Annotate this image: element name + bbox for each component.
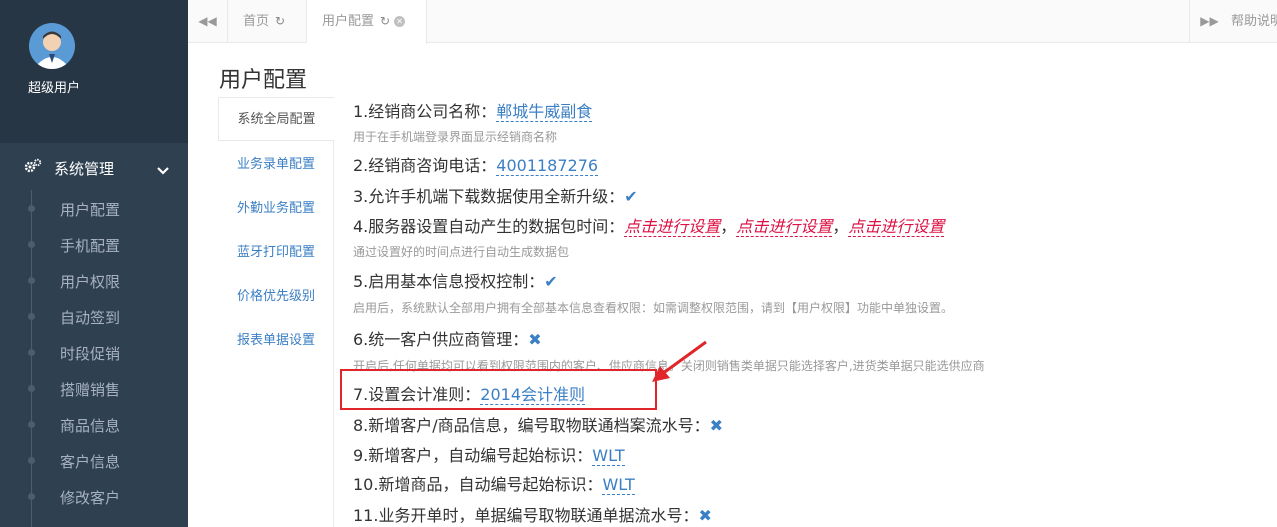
sidebar-item-label: 客户信息 bbox=[60, 453, 121, 471]
sidebar-item-label: 商品信息 bbox=[60, 417, 121, 435]
subnav-price-priority[interactable]: 价格优先级别 bbox=[218, 275, 334, 319]
bullet-icon bbox=[28, 349, 35, 356]
tab-label: 用户配置 bbox=[322, 14, 375, 29]
sidebar-item-label: 自动签到 bbox=[60, 309, 121, 327]
subnav-field-service-config[interactable]: 外勤业务配置 bbox=[218, 187, 334, 231]
dealer-name-value[interactable]: 郸城牛威副食 bbox=[496, 102, 593, 122]
sidebar-item-label: 时段促销 bbox=[60, 345, 121, 363]
setting-dealer-name: 1.经销商公司名称：郸城牛威副食 bbox=[353, 98, 593, 122]
tab-user-config[interactable]: 用户配置 ↻ ✕ bbox=[307, 0, 427, 44]
set-time-link-1[interactable]: 点击进行设置 bbox=[624, 217, 721, 237]
refresh-icon[interactable]: ↻ bbox=[275, 14, 285, 28]
sidebar-item-user-config[interactable]: 用户配置 bbox=[0, 191, 188, 227]
tab-bar: ◀◀ 首页 ↻ 用户配置 ↻ ✕ ▶▶ 帮助说明 bbox=[188, 0, 1277, 44]
bullet-icon bbox=[28, 385, 35, 392]
setting-unified-customer-supplier: 6.统一客户供应商管理：✖ bbox=[353, 326, 542, 350]
setting-label: 3.允许手机端下载数据使用全新升级： bbox=[353, 187, 625, 206]
setting-customer-code-prefix: 9.新增客户，自动编号起始标识：WLT bbox=[353, 442, 625, 466]
gears-icon bbox=[24, 158, 42, 178]
setting-archive-serial: 8.新增客户/商品信息，编号取物联通档案流水号：✖ bbox=[353, 412, 723, 436]
app-root: 超级用户 系统管理 用户配置 手机配置 用户权限 自动签到 时段促销 搭赠销售 … bbox=[0, 0, 1277, 527]
cross-icon[interactable]: ✖ bbox=[698, 506, 711, 525]
help-link[interactable]: 帮助说明 bbox=[1231, 0, 1277, 43]
bullet-icon bbox=[28, 493, 35, 500]
setting-mobile-upgrade: 3.允许手机端下载数据使用全新升级：✔ bbox=[353, 183, 638, 207]
setting-label: 8.新增客户/商品信息，编号取物联通档案流水号： bbox=[353, 416, 710, 435]
setting-label: 5.启用基本信息授权控制： bbox=[353, 272, 545, 291]
customer-code-prefix-value[interactable]: WLT bbox=[592, 446, 625, 466]
sidebar-item-label: 修改客户 bbox=[60, 489, 121, 507]
bullet-icon bbox=[28, 313, 35, 320]
scroll-right-button[interactable]: ▶▶ bbox=[1189, 0, 1229, 43]
cross-icon[interactable]: ✖ bbox=[710, 416, 723, 435]
bullet-icon bbox=[28, 241, 35, 248]
separator: ， bbox=[832, 217, 849, 236]
setting-label: 10.新增商品，自动编号起始标识： bbox=[353, 475, 603, 494]
setting-label: 11.业务开单时，单据编号取物联通单据流水号： bbox=[353, 506, 699, 525]
sidebar: 超级用户 系统管理 用户配置 手机配置 用户权限 自动签到 时段促销 搭赠销售 … bbox=[0, 0, 188, 527]
setting-doc-serial: 11.业务开单时，单据编号取物联通单据流水号：✖ bbox=[353, 502, 712, 526]
setting-basic-info-auth: 5.启用基本信息授权控制：✔ bbox=[353, 268, 558, 292]
annotation-arrow-icon bbox=[652, 340, 707, 382]
chevron-down-icon bbox=[157, 161, 169, 179]
setting-product-code-prefix: 10.新增商品，自动编号起始标识：WLT bbox=[353, 471, 635, 495]
user-avatar-icon bbox=[29, 23, 75, 69]
sidebar-item-customer-info[interactable]: 客户信息 bbox=[0, 443, 188, 479]
double-chevron-right-icon: ▶▶ bbox=[1200, 14, 1219, 28]
sidebar-item-mobile-config[interactable]: 手机配置 bbox=[0, 227, 188, 263]
refresh-icon[interactable]: ↻ bbox=[380, 14, 390, 28]
separator: ， bbox=[720, 217, 737, 236]
bullet-icon bbox=[28, 421, 35, 428]
setting-label: 9.新增客户，自动编号起始标识： bbox=[353, 446, 593, 465]
sidebar-item-user-permissions[interactable]: 用户权限 bbox=[0, 263, 188, 299]
setting-label: 4.服务器设置自动产生的数据包时间： bbox=[353, 217, 625, 236]
sidebar-item-label: 用户权限 bbox=[60, 273, 121, 291]
avatar[interactable] bbox=[29, 23, 75, 69]
page-title: 用户配置 bbox=[219, 68, 308, 93]
sidebar-item-auto-checkin[interactable]: 自动签到 bbox=[0, 299, 188, 335]
tab-home[interactable]: 首页 ↻ bbox=[228, 0, 307, 43]
check-icon[interactable]: ✔ bbox=[624, 187, 637, 206]
sidebar-item-time-promotion[interactable]: 时段促销 bbox=[0, 335, 188, 371]
sidebar-item-label: 用户配置 bbox=[60, 201, 121, 219]
tab-label: 首页 bbox=[243, 14, 270, 29]
menu-system-management[interactable]: 系统管理 bbox=[0, 144, 188, 188]
sidebar-item-gift-sales[interactable]: 搭赠销售 bbox=[0, 371, 188, 407]
setting-package-time: 4.服务器设置自动产生的数据包时间：点击进行设置，点击进行设置，点击进行设置 bbox=[353, 213, 945, 237]
setting-label: 2.经销商咨询电话： bbox=[353, 156, 497, 175]
setting-hint: 用于在手机端登录界面显示经销商名称 bbox=[353, 130, 558, 144]
user-profile: 超级用户 bbox=[0, 0, 188, 143]
sidebar-item-label: 搭赠销售 bbox=[60, 381, 121, 399]
sidebar-item-label: 手机配置 bbox=[60, 237, 121, 255]
user-name[interactable]: 超级用户 bbox=[28, 77, 80, 96]
setting-hint: 通过设置好的时间点进行自动生成数据包 bbox=[353, 245, 570, 259]
setting-dealer-phone: 2.经销商咨询电话：4001187276 bbox=[353, 152, 599, 176]
setting-label: 6.统一客户供应商管理： bbox=[353, 330, 529, 349]
setting-hint: 启用后，系统默认全部用户拥有全部基本信息查看权限：如需调整权限范围，请到【用户权… bbox=[353, 301, 954, 315]
bullet-icon bbox=[28, 205, 35, 212]
bullet-icon bbox=[28, 457, 35, 464]
product-code-prefix-value[interactable]: WLT bbox=[602, 475, 635, 495]
config-subnav: 系统全局配置 业务录单配置 外勤业务配置 蓝牙打印配置 价格优先级别 报表单据设… bbox=[218, 97, 335, 527]
menu-head-label: 系统管理 bbox=[54, 160, 115, 178]
subnav-bluetooth-print-config[interactable]: 蓝牙打印配置 bbox=[218, 231, 334, 275]
sidebar-item-product-info[interactable]: 商品信息 bbox=[0, 407, 188, 443]
bullet-icon bbox=[28, 277, 35, 284]
highlight-box bbox=[340, 369, 657, 410]
double-chevron-left-icon: ◀◀ bbox=[198, 14, 217, 28]
sidebar-item-edit-customer[interactable]: 修改客户 bbox=[0, 479, 188, 515]
setting-label: 1.经销商公司名称： bbox=[353, 102, 497, 121]
dealer-phone-value[interactable]: 4001187276 bbox=[496, 156, 599, 176]
cross-icon[interactable]: ✖ bbox=[528, 330, 541, 349]
subnav-global-config[interactable]: 系统全局配置 bbox=[218, 97, 335, 141]
close-icon[interactable]: ✕ bbox=[394, 16, 406, 27]
set-time-link-2[interactable]: 点击进行设置 bbox=[736, 217, 833, 237]
set-time-link-3[interactable]: 点击进行设置 bbox=[848, 217, 945, 237]
check-icon[interactable]: ✔ bbox=[544, 272, 557, 291]
subnav-report-settings[interactable]: 报表单据设置 bbox=[218, 319, 334, 363]
subnav-order-entry-config[interactable]: 业务录单配置 bbox=[218, 143, 334, 187]
scroll-left-button[interactable]: ◀◀ bbox=[188, 0, 228, 43]
